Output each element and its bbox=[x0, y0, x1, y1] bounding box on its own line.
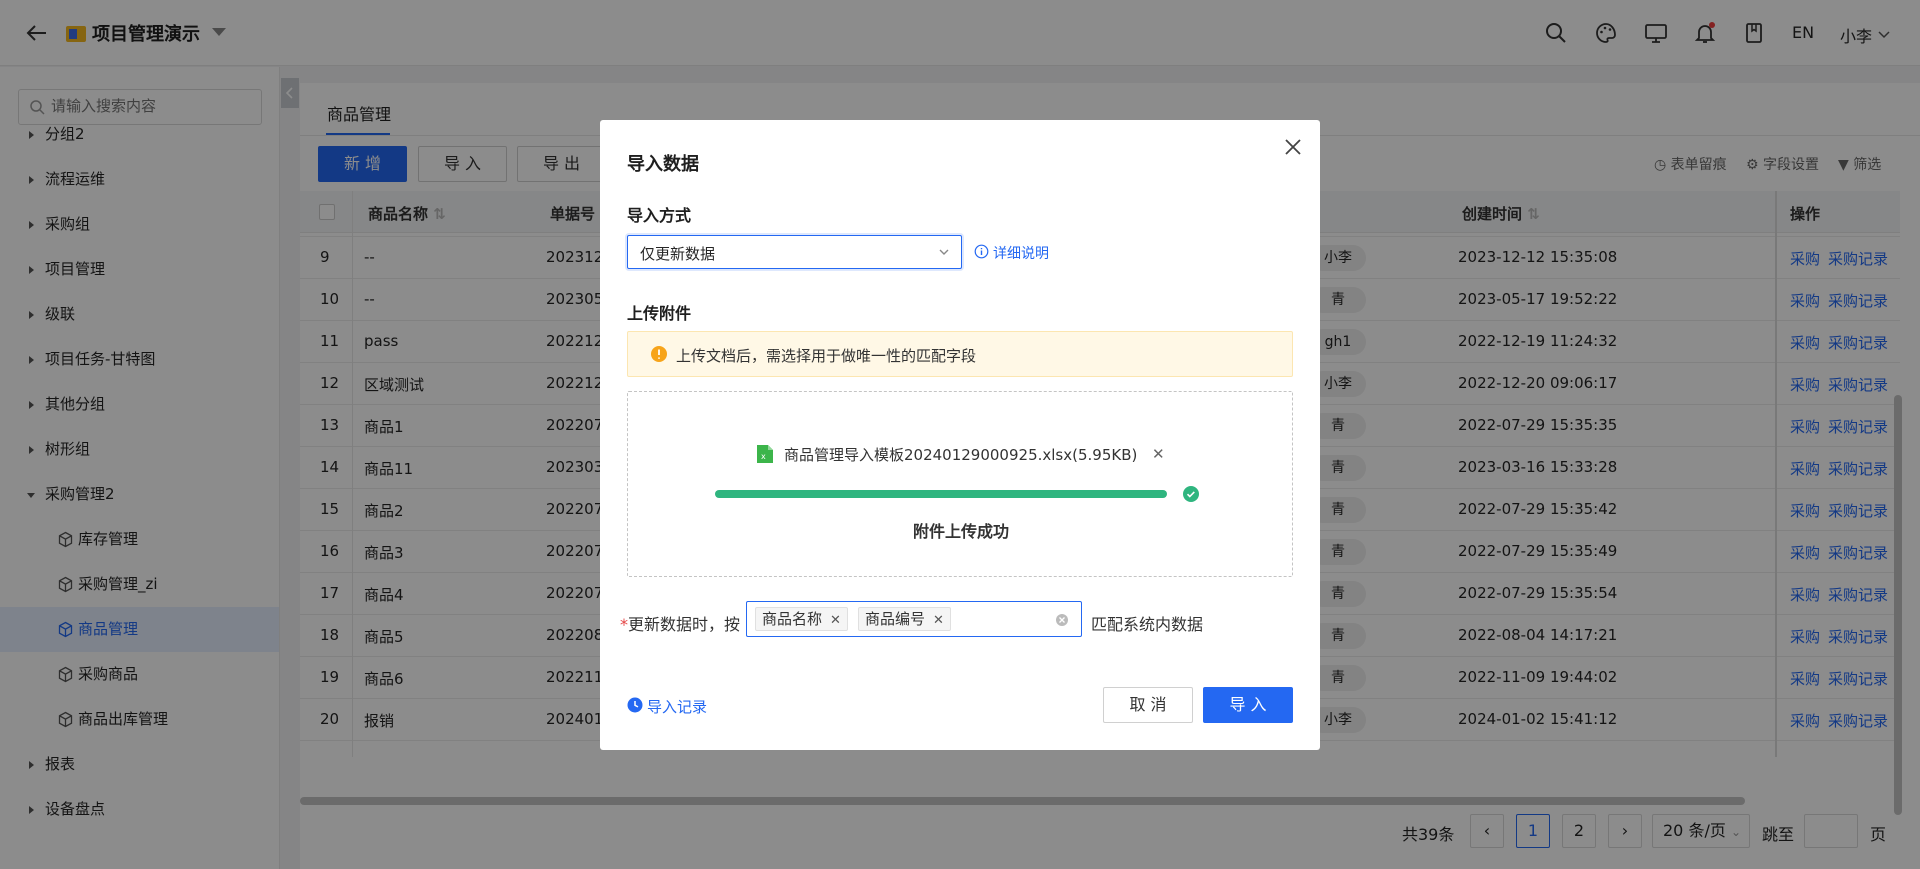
chevron-down-icon bbox=[939, 249, 949, 255]
upload-dropzone[interactable]: x 商品管理导入模板20240129000925.xlsx(5.95KB) ✕ … bbox=[627, 391, 1293, 577]
excel-file-icon: x bbox=[757, 445, 773, 463]
import-mode-select[interactable]: 仅更新数据 bbox=[627, 235, 962, 269]
upload-progress-bar bbox=[715, 490, 1167, 498]
match-tag-label: 商品名称 bbox=[762, 610, 823, 628]
uploaded-file-name: 商品管理导入模板20240129000925.xlsx(5.95KB) bbox=[784, 446, 1138, 464]
match-field-select[interactable]: 商品名称 ✕ 商品编号 ✕ bbox=[746, 601, 1082, 637]
match-tag: 商品编号 ✕ bbox=[858, 607, 951, 631]
clock-icon[interactable] bbox=[627, 697, 643, 713]
remove-tag-icon[interactable]: ✕ bbox=[933, 613, 944, 628]
success-check-icon bbox=[1183, 486, 1199, 502]
import-mode-label: 导入方式 bbox=[627, 206, 692, 225]
import-mode-value: 仅更新数据 bbox=[640, 245, 716, 263]
match-tag: 商品名称 ✕ bbox=[755, 607, 848, 631]
import-history-link[interactable]: 导入记录 bbox=[647, 696, 707, 717]
match-tag-label: 商品编号 bbox=[865, 610, 926, 628]
upload-alert: 上传文档后，需选择用于做唯一性的匹配字段 bbox=[627, 331, 1293, 377]
upload-status: 附件上传成功 bbox=[912, 522, 1009, 541]
import-data-dialog: 导入数据 导入方式 仅更新数据 详细说明 上传附件 上传文档后，需选择用于做唯一… bbox=[600, 120, 1320, 750]
match-field-label-text: 更新数据时，按 bbox=[628, 615, 741, 634]
alert-text: 上传文档后，需选择用于做唯一性的匹配字段 bbox=[676, 347, 977, 365]
dialog-title: 导入数据 bbox=[627, 154, 699, 175]
clear-icon[interactable] bbox=[1055, 613, 1069, 627]
warning-icon bbox=[651, 346, 667, 362]
svg-text:x: x bbox=[761, 452, 766, 461]
upload-label: 上传附件 bbox=[627, 304, 692, 323]
remove-tag-icon[interactable]: ✕ bbox=[830, 613, 841, 628]
close-icon[interactable] bbox=[1282, 136, 1304, 158]
info-icon[interactable] bbox=[974, 244, 989, 259]
confirm-import-button[interactable]: 导 入 bbox=[1203, 687, 1293, 723]
match-field-suffix: 匹配系统内数据 bbox=[1091, 615, 1204, 634]
detail-link[interactable]: 详细说明 bbox=[993, 243, 1049, 263]
remove-file-icon[interactable]: ✕ bbox=[1152, 445, 1165, 463]
match-field-label: *更新数据时，按 bbox=[620, 615, 741, 634]
cancel-button[interactable]: 取 消 bbox=[1103, 687, 1193, 723]
